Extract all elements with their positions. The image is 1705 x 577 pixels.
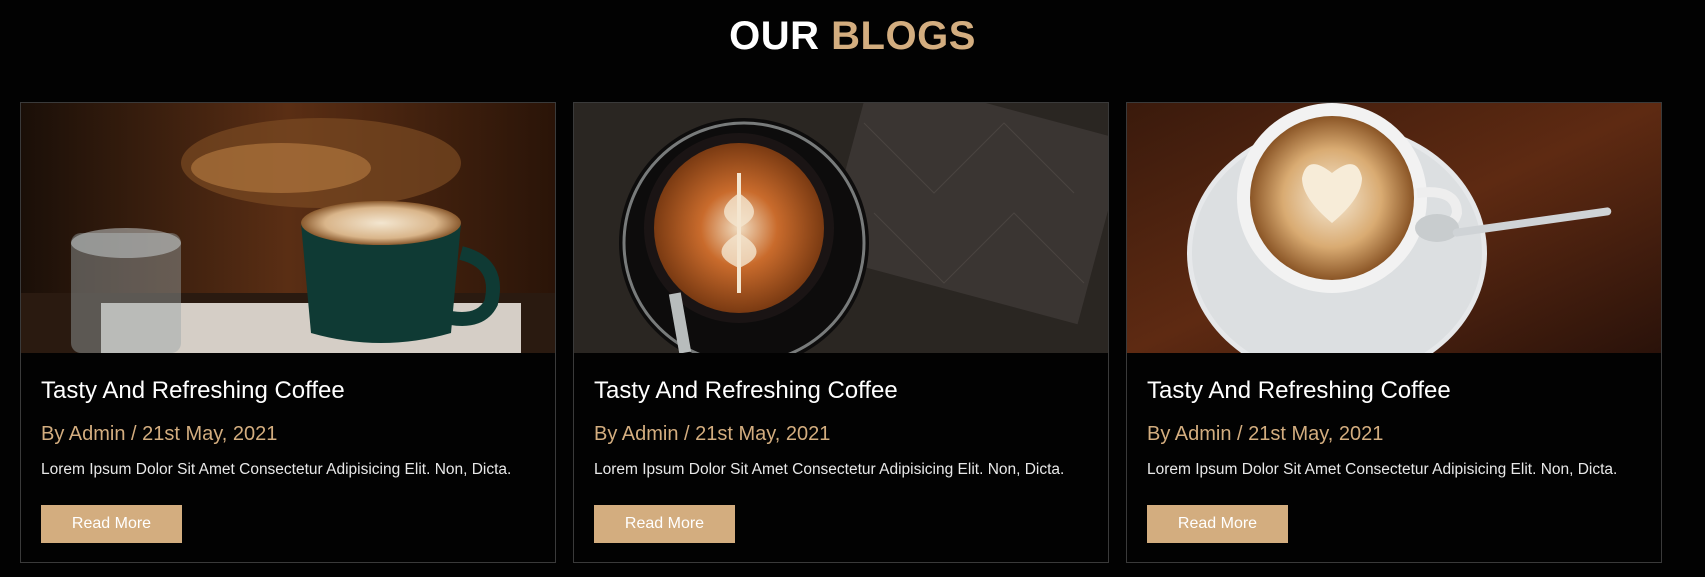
blog-excerpt: Lorem Ipsum Dolor Sit Amet Consectetur A…	[1147, 461, 1618, 478]
blog-meta: By Admin / 21st May, 2021	[41, 423, 278, 445]
blog-meta: By Admin / 21st May, 2021	[1147, 423, 1384, 445]
blog-image-top-view-latte[interactable]	[574, 103, 1108, 353]
blog-card: Tasty And Refreshing Coffee By Admin / 2…	[573, 102, 1109, 563]
blog-card: Tasty And Refreshing Coffee By Admin / 2…	[20, 102, 556, 563]
blog-card: Tasty And Refreshing Coffee By Admin / 2…	[1126, 102, 1662, 563]
blog-excerpt: Lorem Ipsum Dolor Sit Amet Consectetur A…	[594, 461, 1065, 478]
blog-title[interactable]: Tasty And Refreshing Coffee	[594, 377, 898, 405]
read-more-button[interactable]: Read More	[1147, 505, 1288, 543]
blog-meta: By Admin / 21st May, 2021	[594, 423, 831, 445]
section-title: OUR BLOGS	[0, 14, 1705, 59]
section-title-blogs: BLOGS	[831, 14, 976, 58]
section-title-our: OUR	[729, 14, 820, 58]
blog-excerpt: Lorem Ipsum Dolor Sit Amet Consectetur A…	[41, 461, 512, 478]
read-more-button[interactable]: Read More	[41, 505, 182, 543]
read-more-button[interactable]: Read More	[594, 505, 735, 543]
blog-title[interactable]: Tasty And Refreshing Coffee	[1147, 377, 1451, 405]
blog-image-green-cup[interactable]	[21, 103, 555, 353]
blog-image-white-cup[interactable]	[1127, 103, 1661, 353]
blog-title[interactable]: Tasty And Refreshing Coffee	[41, 377, 345, 405]
